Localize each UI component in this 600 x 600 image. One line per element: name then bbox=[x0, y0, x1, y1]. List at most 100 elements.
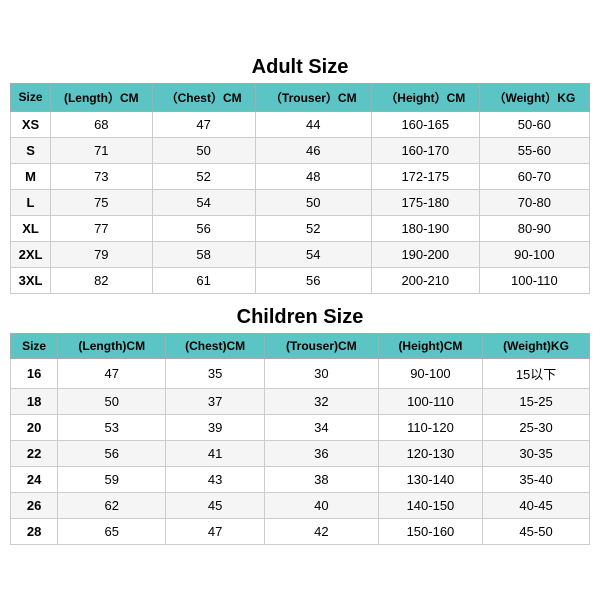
adult-header-cell-4: （Height）CM bbox=[371, 83, 479, 111]
adult-cell-6-5: 100-110 bbox=[479, 267, 589, 293]
children-cell-6-0: 28 bbox=[11, 518, 58, 544]
adult-table-header: Size(Length）CM（Chest）CM（Trouser）CM（Heigh… bbox=[11, 83, 590, 111]
adult-cell-3-5: 70-80 bbox=[479, 189, 589, 215]
children-header-cell-3: (Trouser)CM bbox=[264, 333, 378, 358]
adult-table-row: S715046160-17055-60 bbox=[11, 137, 590, 163]
children-header-cell-5: (Weight)KG bbox=[483, 333, 590, 358]
adult-cell-4-2: 56 bbox=[152, 215, 255, 241]
children-cell-6-4: 150-160 bbox=[378, 518, 482, 544]
children-cell-0-0: 16 bbox=[11, 358, 58, 388]
adult-size-table: Size(Length）CM（Chest）CM（Trouser）CM（Heigh… bbox=[10, 83, 590, 294]
adult-cell-1-2: 50 bbox=[152, 137, 255, 163]
adult-cell-5-3: 54 bbox=[255, 241, 371, 267]
children-cell-0-1: 47 bbox=[58, 358, 166, 388]
children-header-cell-4: (Height)CM bbox=[378, 333, 482, 358]
children-cell-6-3: 42 bbox=[264, 518, 378, 544]
children-cell-3-0: 22 bbox=[11, 440, 58, 466]
adult-cell-0-4: 160-165 bbox=[371, 111, 479, 137]
children-table-row: 28654742150-16045-50 bbox=[11, 518, 590, 544]
children-cell-1-4: 100-110 bbox=[378, 388, 482, 414]
adult-cell-2-0: M bbox=[11, 163, 51, 189]
children-cell-3-2: 41 bbox=[166, 440, 265, 466]
children-size-title: Children Size bbox=[10, 300, 590, 333]
adult-header-cell-1: (Length）CM bbox=[51, 83, 153, 111]
children-cell-3-1: 56 bbox=[58, 440, 166, 466]
adult-header-cell-3: （Trouser）CM bbox=[255, 83, 371, 111]
children-cell-4-1: 59 bbox=[58, 466, 166, 492]
adult-cell-3-3: 50 bbox=[255, 189, 371, 215]
children-table-row: 22564136120-13030-35 bbox=[11, 440, 590, 466]
children-header-cell-0: Size bbox=[11, 333, 58, 358]
children-cell-5-1: 62 bbox=[58, 492, 166, 518]
children-cell-3-3: 36 bbox=[264, 440, 378, 466]
children-cell-5-3: 40 bbox=[264, 492, 378, 518]
adult-header-cell-5: （Weight）KG bbox=[479, 83, 589, 111]
adult-cell-2-1: 73 bbox=[51, 163, 153, 189]
children-table-row: 24594338130-14035-40 bbox=[11, 466, 590, 492]
adult-table-row: 3XL826156200-210100-110 bbox=[11, 267, 590, 293]
adult-table-row: XL775652180-19080-90 bbox=[11, 215, 590, 241]
size-chart: Adult Size Size(Length）CM（Chest）CM（Trous… bbox=[10, 50, 590, 551]
children-cell-0-4: 90-100 bbox=[378, 358, 482, 388]
adult-cell-6-4: 200-210 bbox=[371, 267, 479, 293]
adult-cell-5-2: 58 bbox=[152, 241, 255, 267]
adult-cell-5-1: 79 bbox=[51, 241, 153, 267]
children-cell-3-5: 30-35 bbox=[483, 440, 590, 466]
children-cell-1-2: 37 bbox=[166, 388, 265, 414]
adult-cell-5-0: 2XL bbox=[11, 241, 51, 267]
children-cell-6-5: 45-50 bbox=[483, 518, 590, 544]
adult-cell-2-4: 172-175 bbox=[371, 163, 479, 189]
adult-header-cell-2: （Chest）CM bbox=[152, 83, 255, 111]
adult-cell-0-2: 47 bbox=[152, 111, 255, 137]
adult-cell-0-5: 50-60 bbox=[479, 111, 589, 137]
children-cell-6-1: 65 bbox=[58, 518, 166, 544]
adult-header-cell-0: Size bbox=[11, 83, 51, 111]
adult-cell-2-3: 48 bbox=[255, 163, 371, 189]
adult-cell-5-5: 90-100 bbox=[479, 241, 589, 267]
children-cell-4-0: 24 bbox=[11, 466, 58, 492]
adult-cell-0-0: XS bbox=[11, 111, 51, 137]
children-header-cell-2: (Chest)CM bbox=[166, 333, 265, 358]
adult-cell-3-0: L bbox=[11, 189, 51, 215]
adult-cell-6-0: 3XL bbox=[11, 267, 51, 293]
children-cell-5-2: 45 bbox=[166, 492, 265, 518]
children-cell-2-4: 110-120 bbox=[378, 414, 482, 440]
adult-table-row: 2XL795854190-20090-100 bbox=[11, 241, 590, 267]
children-cell-2-5: 25-30 bbox=[483, 414, 590, 440]
adult-cell-6-3: 56 bbox=[255, 267, 371, 293]
adult-cell-1-1: 71 bbox=[51, 137, 153, 163]
adult-cell-1-0: S bbox=[11, 137, 51, 163]
children-cell-0-5: 15以下 bbox=[483, 358, 590, 388]
children-cell-4-2: 43 bbox=[166, 466, 265, 492]
adult-cell-3-2: 54 bbox=[152, 189, 255, 215]
children-cell-1-1: 50 bbox=[58, 388, 166, 414]
adult-cell-1-5: 55-60 bbox=[479, 137, 589, 163]
adult-table-row: M735248172-17560-70 bbox=[11, 163, 590, 189]
children-header-row: Size(Length)CM(Chest)CM(Trouser)CM(Heigh… bbox=[11, 333, 590, 358]
adult-table-row: XS684744160-16550-60 bbox=[11, 111, 590, 137]
adult-cell-6-1: 82 bbox=[51, 267, 153, 293]
adult-cell-4-4: 180-190 bbox=[371, 215, 479, 241]
children-cell-4-3: 38 bbox=[264, 466, 378, 492]
adult-cell-0-1: 68 bbox=[51, 111, 153, 137]
children-cell-5-5: 40-45 bbox=[483, 492, 590, 518]
children-cell-5-4: 140-150 bbox=[378, 492, 482, 518]
adult-cell-4-5: 80-90 bbox=[479, 215, 589, 241]
children-table-row: 1647353090-10015以下 bbox=[11, 358, 590, 388]
children-cell-0-2: 35 bbox=[166, 358, 265, 388]
adult-cell-5-4: 190-200 bbox=[371, 241, 479, 267]
children-cell-1-5: 15-25 bbox=[483, 388, 590, 414]
adult-cell-0-3: 44 bbox=[255, 111, 371, 137]
children-cell-1-0: 18 bbox=[11, 388, 58, 414]
adult-cell-4-0: XL bbox=[11, 215, 51, 241]
children-cell-0-3: 30 bbox=[264, 358, 378, 388]
children-cell-3-4: 120-130 bbox=[378, 440, 482, 466]
adult-cell-1-3: 46 bbox=[255, 137, 371, 163]
adult-cell-4-1: 77 bbox=[51, 215, 153, 241]
children-cell-2-0: 20 bbox=[11, 414, 58, 440]
children-cell-2-3: 34 bbox=[264, 414, 378, 440]
children-table-header: Size(Length)CM(Chest)CM(Trouser)CM(Heigh… bbox=[11, 333, 590, 358]
children-cell-2-1: 53 bbox=[58, 414, 166, 440]
children-cell-4-4: 130-140 bbox=[378, 466, 482, 492]
adult-cell-2-2: 52 bbox=[152, 163, 255, 189]
